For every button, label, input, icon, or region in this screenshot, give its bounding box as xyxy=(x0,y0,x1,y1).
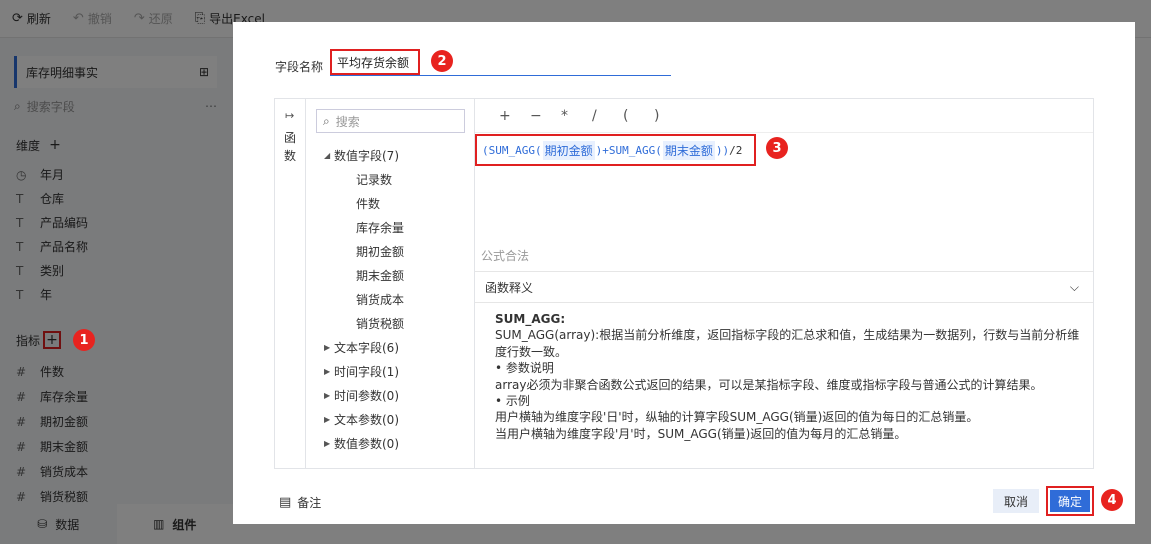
operator-minus[interactable]: − xyxy=(530,108,561,124)
step-badge: 2 xyxy=(431,50,453,72)
function-desc-line: SUM_AGG(array):根据当前分析维度，返回指标字段的汇总求和值，生成结… xyxy=(495,328,1080,359)
operator-bar: + − * / ( ) xyxy=(475,99,1093,133)
note-button[interactable]: ▤ 备注 xyxy=(279,494,321,511)
tree-group[interactable]: ▶ 时间字段(1) xyxy=(324,363,399,380)
formula-field-token: 期末金额 xyxy=(662,140,715,160)
formula-part: )) xyxy=(715,143,730,157)
tree-leaf[interactable]: 期初金额 xyxy=(356,243,404,260)
formula-editor: ↦ 函数 ⌕ 搜索 ◢ 数值字段(7) 记录数 件数 库存余量 期初金额 期末金额… xyxy=(274,98,1094,469)
function-name: SUM_AGG: xyxy=(495,312,566,326)
field-name-underline xyxy=(330,75,671,76)
formula-status: 公式合法 xyxy=(481,249,530,263)
note-label: 备注 xyxy=(297,496,322,510)
note-icon: ▤ xyxy=(279,495,292,510)
tree-group[interactable]: ▶ 文本字段(6) xyxy=(324,339,399,356)
triangle-down-icon: ◢ xyxy=(324,151,331,160)
operator-close-paren[interactable]: ) xyxy=(654,108,685,124)
tree-group[interactable]: ▶ 数值参数(0) xyxy=(324,435,399,452)
search-icon: ⌕ xyxy=(323,113,330,128)
function-description-body: SUM_AGG: SUM_AGG(array):根据当前分析维度，返回指标字段的… xyxy=(495,311,1085,442)
function-description-header[interactable]: 函数释义 ⌵ xyxy=(475,271,1093,303)
field-name-label: 字段名称 xyxy=(275,60,324,74)
triangle-right-icon: ▶ xyxy=(324,391,331,400)
tree-leaf[interactable]: 销货税额 xyxy=(356,315,404,332)
field-name-value: 平均存货余额 xyxy=(337,55,410,70)
function-rail-label: 函数 xyxy=(284,131,297,163)
operator-open-paren[interactable]: ( xyxy=(623,108,654,124)
tree-search-placeholder: 搜索 xyxy=(335,114,360,129)
tree-group-label: 时间参数(0) xyxy=(334,389,399,403)
tree-leaf[interactable]: 件数 xyxy=(356,195,380,212)
tree-leaf[interactable]: 库存余量 xyxy=(356,219,404,236)
function-desc-line: • 示例 xyxy=(495,394,530,409)
chevron-down-icon[interactable]: ⌵ xyxy=(1070,280,1079,295)
function-desc-line: • 参数说明 xyxy=(495,361,554,376)
formula-part: (SUM_AGG( xyxy=(482,143,542,157)
formula-part: )+SUM_AGG( xyxy=(595,143,662,157)
step-badge: 1 xyxy=(73,329,95,351)
tree-leaf-label: 件数 xyxy=(356,197,381,211)
function-description-title: 函数释义 xyxy=(485,280,534,295)
confirm-button[interactable]: 确定 xyxy=(1050,490,1090,512)
tree-leaf[interactable]: 销货成本 xyxy=(356,291,404,308)
triangle-right-icon: ▶ xyxy=(324,343,331,352)
formula-part: /2 xyxy=(729,143,743,157)
expand-icon[interactable]: ↦ xyxy=(285,109,294,122)
tree-leaf-label: 库存余量 xyxy=(356,221,405,235)
function-rail[interactable]: ↦ 函数 xyxy=(275,99,306,468)
tree-leaf[interactable]: 记录数 xyxy=(356,171,392,188)
formula-field-token: 期初金额 xyxy=(542,140,595,160)
tree-leaf-label: 销货成本 xyxy=(356,293,405,307)
tree-leaf[interactable]: 期末金额 xyxy=(356,267,404,284)
triangle-right-icon: ▶ xyxy=(324,439,331,448)
tree-group-label: 文本字段(6) xyxy=(334,341,399,355)
tree-group-label: 数值参数(0) xyxy=(334,437,399,451)
tree-leaf-label: 期初金额 xyxy=(356,245,405,259)
formula-input[interactable]: (SUM_AGG( 期初金额 )+SUM_AGG( 期末金额 )) /2 xyxy=(475,134,756,166)
operator-multiply[interactable]: * xyxy=(561,108,592,124)
operator-plus[interactable]: + xyxy=(499,108,530,124)
tree-leaf-label: 期末金额 xyxy=(356,269,405,283)
tree-search-input[interactable]: ⌕ 搜索 xyxy=(316,109,465,133)
cancel-button[interactable]: 取消 xyxy=(993,489,1039,513)
tree-leaf-label: 销货税额 xyxy=(356,317,405,331)
function-desc-line: 用户横轴为维度字段'日'时，纵轴的计算字段SUM_AGG(销量)返回的值为每日的… xyxy=(495,410,979,425)
operator-divide[interactable]: / xyxy=(592,108,623,124)
field-tree: ⌕ 搜索 ◢ 数值字段(7) 记录数 件数 库存余量 期初金额 期末金额 销货成本… xyxy=(306,99,475,468)
tree-group[interactable]: ▶ 文本参数(0) xyxy=(324,411,399,428)
triangle-right-icon: ▶ xyxy=(324,415,331,424)
tree-group-label: 文本参数(0) xyxy=(334,413,399,427)
field-name-input[interactable]: 平均存货余额 xyxy=(330,49,420,75)
tree-group[interactable]: ▶ 时间参数(0) xyxy=(324,387,399,404)
confirm-button-highlight: 确定 xyxy=(1046,486,1094,516)
tree-leaf-label: 记录数 xyxy=(356,173,393,187)
tree-group[interactable]: ◢ 数值字段(7) xyxy=(324,147,399,164)
step-badge: 4 xyxy=(1101,489,1123,511)
function-desc-line: 当用户横轴为维度字段'月'时，SUM_AGG(销量)返回的值为每月的汇总销量。 xyxy=(495,426,907,441)
function-desc-line: array必须为非聚合函数公式返回的结果，可以是某指标字段、维度或指标字段与普通… xyxy=(495,377,1043,392)
triangle-right-icon: ▶ xyxy=(324,367,331,376)
step-badge: 3 xyxy=(766,137,788,159)
tree-group-label: 时间字段(1) xyxy=(334,365,399,379)
calculated-field-dialog: 字段名称 平均存货余额 2 ↦ 函数 ⌕ 搜索 ◢ 数值字段(7) 记录数 件数 … xyxy=(233,22,1135,524)
tree-group-label: 数值字段(7) xyxy=(334,149,399,163)
